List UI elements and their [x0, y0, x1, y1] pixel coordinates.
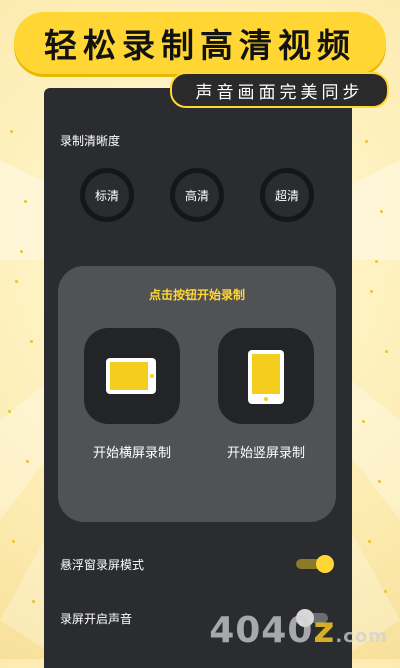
quality-option-high[interactable]: 高清	[170, 168, 224, 222]
quality-option-ultra[interactable]: 超清	[260, 168, 314, 222]
floating-mode-label: 悬浮窗录屏模式	[60, 558, 145, 572]
portrait-record-label: 开始竖屏录制	[226, 446, 305, 461]
quality-option-standard[interactable]: 标清	[80, 168, 134, 222]
toggle-knob	[316, 555, 334, 573]
site-watermark: 4040z.com	[209, 610, 388, 651]
record-card: 点击按钮开始录制 开始横屏录制 开始竖屏录制	[58, 266, 336, 522]
quality-section-label: 录制清晰度	[60, 134, 121, 148]
portrait-screen-icon	[248, 350, 284, 404]
landscape-record-label: 开始横屏录制	[92, 446, 171, 461]
record-card-title: 点击按钮开始录制	[148, 288, 245, 302]
portrait-record-button[interactable]	[218, 328, 314, 424]
headline-title: 轻松录制高清视频	[44, 26, 356, 65]
headline-banner: 轻松录制高清视频	[14, 12, 386, 74]
phone-screen: 录制清晰度 标清 高清 超清 点击按钮开始录制 开始横屏录制 开始竖屏录制 悬浮…	[44, 88, 352, 668]
landscape-record-button[interactable]	[84, 328, 180, 424]
landscape-screen-icon	[106, 358, 156, 394]
headline-subtitle: 声音画面完美同步	[170, 72, 389, 108]
sound-label: 录屏开启声音	[60, 612, 133, 626]
floating-mode-toggle[interactable]	[296, 552, 340, 576]
